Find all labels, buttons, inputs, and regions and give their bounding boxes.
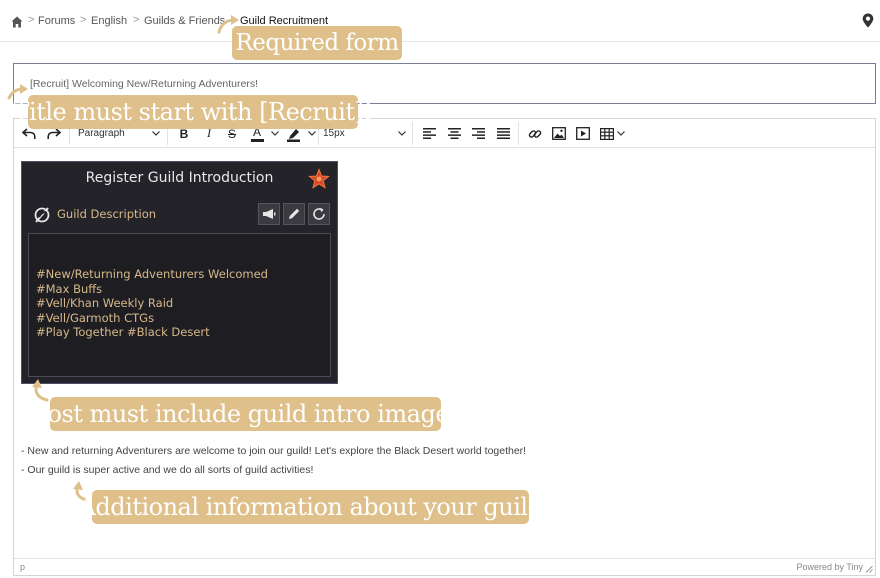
guild-description-line: #New/Returning Adventurers Welcomed [36, 267, 268, 281]
guild-description-line: #Max Buffs [36, 281, 103, 296]
guild-description-line: #Vell/Garmoth CTGs [36, 310, 155, 325]
star-icon [308, 168, 330, 190]
text-color-swatch [250, 138, 264, 142]
guild-description-label: Guild Description [57, 207, 157, 221]
breadcrumb: > Forums > English > Guilds & Friends Gu… [0, 0, 880, 42]
resize-handle-icon[interactable] [865, 565, 873, 573]
chevron-down-icon[interactable] [271, 131, 279, 136]
breadcrumb-separator: > [80, 14, 87, 26]
breadcrumb-english[interactable]: English [91, 15, 127, 27]
chevron-down-icon[interactable] [308, 131, 316, 136]
editor-statusbar: p Powered by Tiny [14, 558, 875, 575]
align-center-icon[interactable] [447, 125, 461, 142]
refresh-icon [308, 203, 330, 225]
powered-by-link[interactable]: Powered by Tiny [796, 562, 863, 572]
guild-intro-image: Register Guild Introduction Guild Descri… [21, 161, 338, 384]
chevron-down-icon[interactable] [617, 131, 625, 136]
callout-additional-info: Additional information about your guild [79, 490, 543, 524]
breadcrumb-forums[interactable]: Forums [38, 15, 75, 27]
breadcrumb-guilds-friends[interactable]: Guilds & Friends [144, 15, 225, 27]
guild-description-text: #New/Returning Adventurers Welcomed #Max… [36, 267, 268, 340]
element-path[interactable]: p [20, 562, 25, 572]
home-icon[interactable] [11, 15, 23, 28]
guild-panel-title: Register Guild Introduction [85, 170, 274, 186]
guild-description-line: #Vell/Khan Weekly Raid [36, 296, 174, 310]
link-icon[interactable] [527, 125, 542, 142]
breadcrumb-separator: > [133, 14, 140, 26]
guild-description-line: #Play Together #Black Desert [36, 325, 210, 339]
align-right-icon[interactable] [471, 125, 485, 142]
body-paragraph: - Our guild is super active and we do al… [21, 464, 314, 476]
guild-emblem-icon [33, 206, 51, 224]
media-icon[interactable] [575, 125, 590, 142]
align-left-icon[interactable] [422, 125, 436, 142]
chevron-down-icon[interactable] [398, 131, 406, 136]
table-icon[interactable] [599, 125, 614, 142]
location-pin-icon[interactable] [862, 13, 874, 28]
chevron-down-icon[interactable] [152, 131, 160, 136]
image-icon[interactable] [551, 125, 566, 142]
pencil-icon [283, 203, 305, 225]
callout-required-form: Required form [232, 26, 402, 60]
guild-description-box: #New/Returning Adventurers Welcomed #Max… [28, 233, 331, 377]
callout-title-rule: Title must start with [Recruit]! [14, 95, 373, 129]
breadcrumb-separator: > [28, 14, 35, 26]
megaphone-icon [258, 203, 280, 225]
body-paragraph: - New and returning Adventurers are welc… [21, 445, 527, 457]
toolbar-divider [412, 122, 413, 145]
callout-image-rule: Post must include guild intro image! [33, 397, 459, 431]
align-justify-icon[interactable] [496, 125, 510, 142]
toolbar-divider [518, 122, 519, 145]
